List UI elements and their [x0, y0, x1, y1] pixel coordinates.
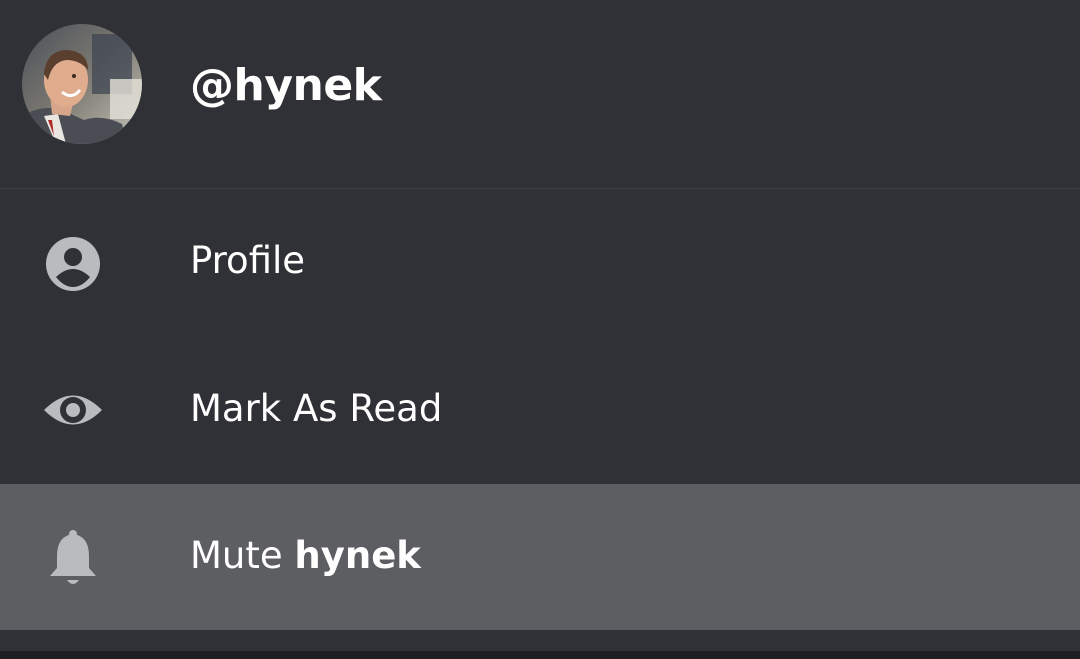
mute-label-username: hynek	[294, 534, 421, 577]
menu-item-mute[interactable]: Mute hynek	[0, 484, 1080, 630]
bottom-edge	[0, 651, 1080, 659]
menu-item-mute-label: Mute hynek	[190, 534, 421, 577]
eye-icon	[40, 377, 106, 443]
mute-label-prefix: Mute	[190, 534, 295, 577]
menu-item-mark-as-read[interactable]: Mark As Read	[0, 337, 1080, 483]
menu-item-mark-as-read-label: Mark As Read	[190, 387, 443, 430]
user-header: @hynek	[0, 0, 1080, 188]
avatar[interactable]	[22, 24, 142, 144]
menu-item-profile[interactable]: Profile	[0, 189, 1080, 335]
username-label: @hynek	[190, 60, 382, 111]
context-menu-sheet: @hynek Profile Mark As Read Mute hynek	[0, 0, 1080, 659]
avatar-photo	[22, 24, 142, 144]
menu-item-profile-label: Profile	[190, 239, 306, 282]
bell-icon	[40, 526, 106, 592]
user-circle-icon	[40, 231, 106, 297]
